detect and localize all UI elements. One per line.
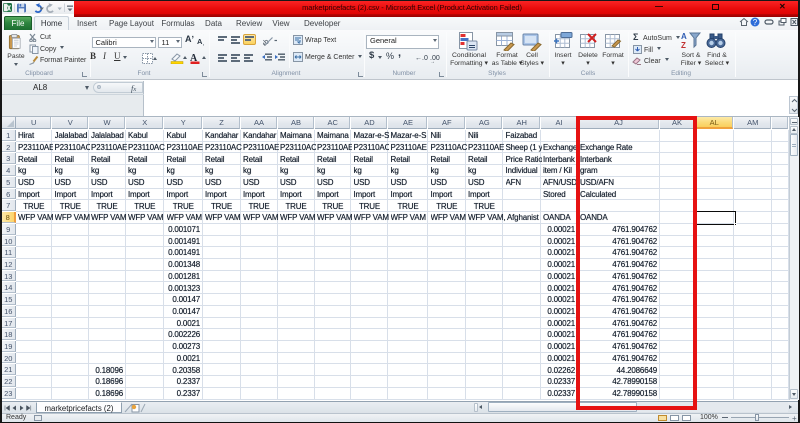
svg-text:A: A [681,32,687,41]
svg-text:Z: Z [681,41,686,50]
svg-text:ab: ab [263,37,271,46]
svg-text:?: ? [753,18,758,27]
svg-text:←.0: ←.0 [415,55,428,62]
svg-text:→: → [430,59,435,63]
